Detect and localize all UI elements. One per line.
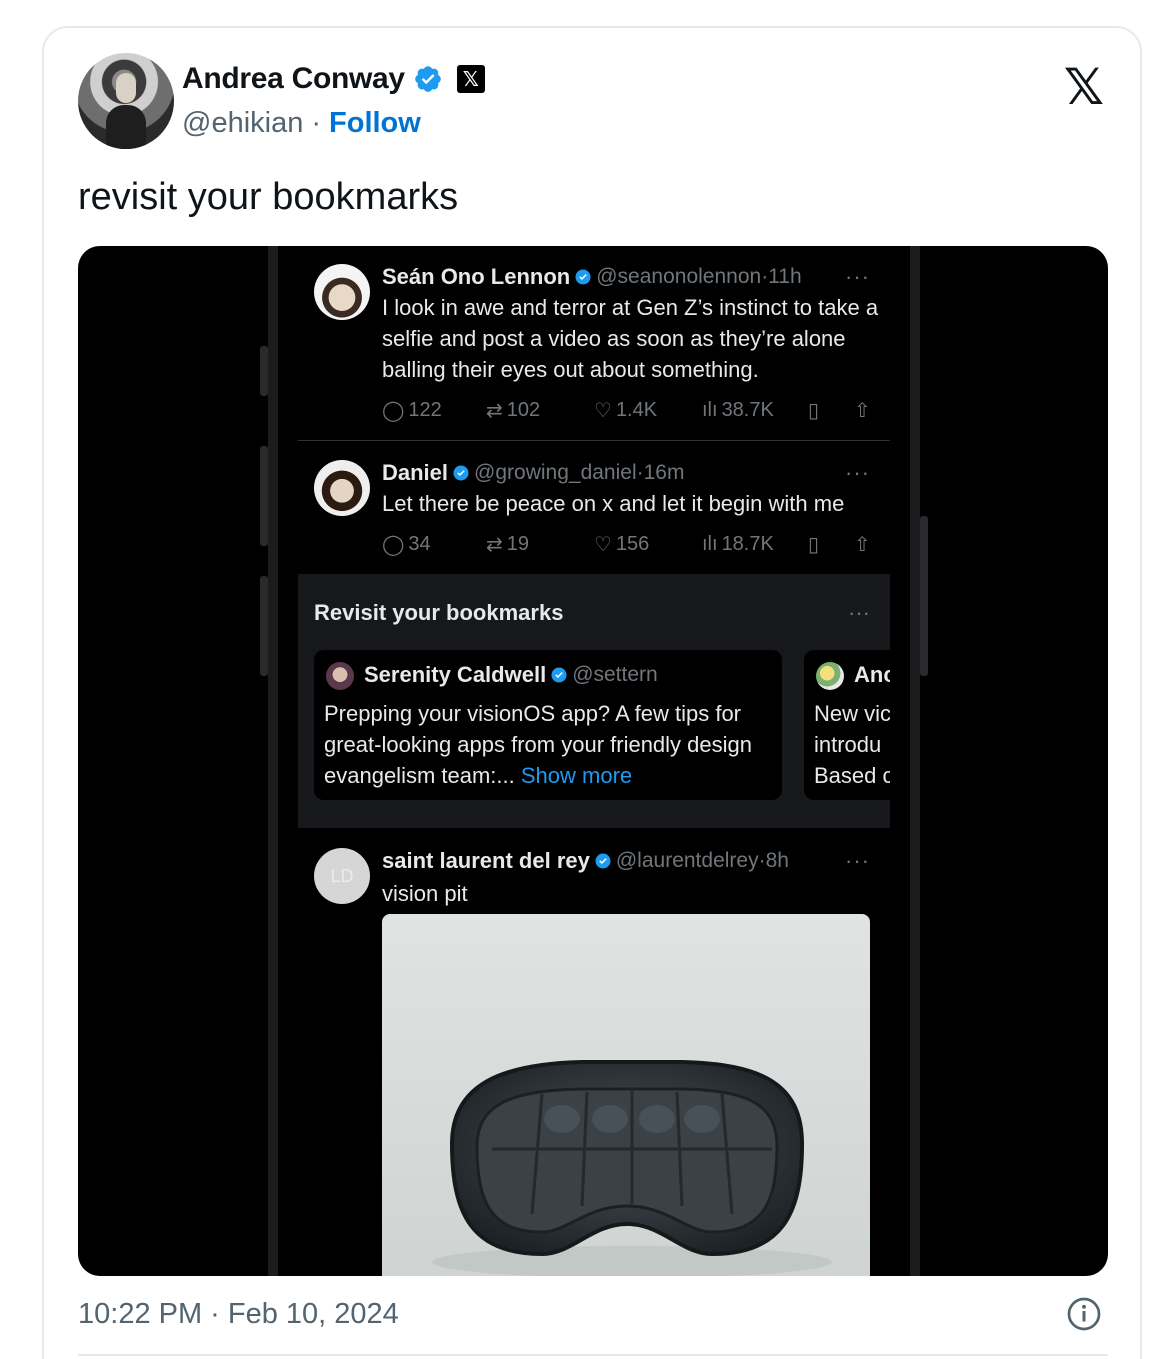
- tweet-author-name: saint laurent del rey: [382, 848, 590, 873]
- share-icon[interactable]: ⇧: [854, 532, 871, 557]
- author-name[interactable]: Andrea Conway: [182, 62, 405, 96]
- bookmark-author-name: Anc: [854, 662, 890, 687]
- tweet-body: I look in awe and terror at Gen Z’s inst…: [382, 295, 879, 382]
- tweet-author-name: Seán Ono Lennon: [382, 264, 571, 289]
- repost-icon: ⇄: [486, 400, 503, 422]
- bookmark-avatar: [816, 662, 844, 690]
- heart-icon: ♡: [594, 400, 612, 422]
- reply-button[interactable]: ◯ 122: [382, 398, 486, 423]
- verified-badge-icon: [595, 853, 611, 869]
- verified-badge-icon: [575, 269, 591, 285]
- bookmark-card[interactable]: Anc New vic introdu Based c: [804, 650, 890, 800]
- tweet-handle-time: @growing_daniel·16m: [474, 461, 685, 484]
- share-icon[interactable]: ⇧: [854, 398, 871, 423]
- phone-screenshot: Seán Ono Lennon @seanonolennon·11h ··· I…: [260, 246, 928, 1276]
- bookmark-avatar: [326, 662, 354, 690]
- tweet-text: revisit your bookmarks: [78, 176, 459, 218]
- tweet-body: vision pit: [382, 881, 468, 906]
- tweet-handle-time: @laurentdelrey·8h: [615, 849, 789, 872]
- heart-icon: ♡: [594, 534, 612, 556]
- bookmark-text: New vic introdu Based c: [814, 701, 890, 788]
- bookmark-text: Prepping your visionOS app? A few tips f…: [324, 701, 753, 788]
- reply-icon: ◯: [382, 534, 405, 556]
- verified-badge-icon: [551, 667, 567, 683]
- bookmark-card[interactable]: Serenity Caldwell @settern Prepping your…: [314, 650, 782, 800]
- bookmark-icon[interactable]: ▯: [808, 398, 854, 423]
- tweet-actions: ◯ 122 ⇄ 102 ♡ 1.4K ılı 38.7K ▯ ⇧: [382, 398, 878, 423]
- verified-badge-icon: [453, 465, 469, 481]
- tweet-avatar[interactable]: [314, 460, 370, 516]
- tweet-handle-time: @seanonolennon·11h: [596, 265, 802, 288]
- timeline-tweet[interactable]: Seán Ono Lennon @seanonolennon·11h ··· I…: [298, 246, 890, 442]
- like-button[interactable]: ♡ 1.4K: [594, 398, 702, 423]
- more-options-icon[interactable]: ···: [845, 848, 870, 874]
- tweet-embed-card: Andrea Conway 𝕏 @ehikian · Follow 𝕏 revi…: [42, 26, 1142, 1359]
- views-button[interactable]: ılı 38.7K: [702, 399, 808, 422]
- divider: [78, 1354, 1108, 1356]
- x-affiliate-icon: 𝕏: [456, 65, 485, 93]
- like-button[interactable]: ♡ 156: [594, 532, 702, 557]
- author-name-row: Andrea Conway 𝕏: [182, 62, 485, 96]
- vision-pit-photo[interactable]: [382, 914, 870, 1276]
- reply-icon: ◯: [382, 400, 405, 422]
- verified-badge-icon: [415, 66, 441, 92]
- more-options-icon[interactable]: ···: [845, 264, 870, 290]
- bookmark-icon[interactable]: ▯: [808, 532, 854, 557]
- author-handle-row: @ehikian · Follow: [182, 107, 421, 140]
- tweet-body: Let there be peace on x and let it begin…: [382, 491, 845, 516]
- bookmark-author-name: Serenity Caldwell: [364, 662, 547, 687]
- follow-button[interactable]: Follow: [329, 107, 421, 140]
- tweet-avatar[interactable]: [314, 264, 370, 320]
- repost-button[interactable]: ⇄ 19: [486, 532, 594, 557]
- separator-dot: ·: [311, 107, 322, 139]
- author-avatar[interactable]: [78, 53, 174, 149]
- phone-screen: Seán Ono Lennon @seanonolennon·11h ··· I…: [298, 246, 890, 1276]
- show-more-link[interactable]: Show more: [521, 763, 632, 788]
- bookmark-handle: @settern: [572, 663, 658, 686]
- x-logo-icon[interactable]: 𝕏: [1064, 58, 1104, 116]
- views-icon: ılı: [702, 399, 718, 421]
- more-options-icon[interactable]: ···: [845, 460, 870, 486]
- author-handle[interactable]: @ehikian: [182, 107, 303, 140]
- timeline-tweet[interactable]: Daniel @growing_daniel·16m ··· Let there…: [298, 442, 890, 574]
- sofa-image: [432, 1060, 832, 1276]
- more-options-icon[interactable]: ···: [848, 600, 870, 626]
- views-button[interactable]: ılı 18.7K: [702, 533, 808, 556]
- bookmarks-module-title: Revisit your bookmarks: [314, 600, 564, 625]
- info-icon[interactable]: [1066, 1296, 1102, 1332]
- tweet-media-image[interactable]: Seán Ono Lennon @seanonolennon·11h ··· I…: [78, 246, 1108, 1276]
- revisit-bookmarks-module: Revisit your bookmarks ··· Serenity Cald…: [298, 574, 890, 828]
- reply-button[interactable]: ◯ 34: [382, 532, 486, 557]
- tweet-author-name: Daniel: [382, 460, 449, 485]
- views-icon: ılı: [702, 533, 718, 555]
- repost-icon: ⇄: [486, 534, 503, 556]
- tweet-actions: ◯ 34 ⇄ 19 ♡ 156 ılı 18.7K ▯ ⇧: [382, 532, 878, 557]
- tweet-timestamp[interactable]: 10:22 PM · Feb 10, 2024: [78, 1298, 399, 1331]
- tweet-avatar[interactable]: LD: [314, 848, 370, 904]
- repost-button[interactable]: ⇄ 102: [486, 398, 594, 423]
